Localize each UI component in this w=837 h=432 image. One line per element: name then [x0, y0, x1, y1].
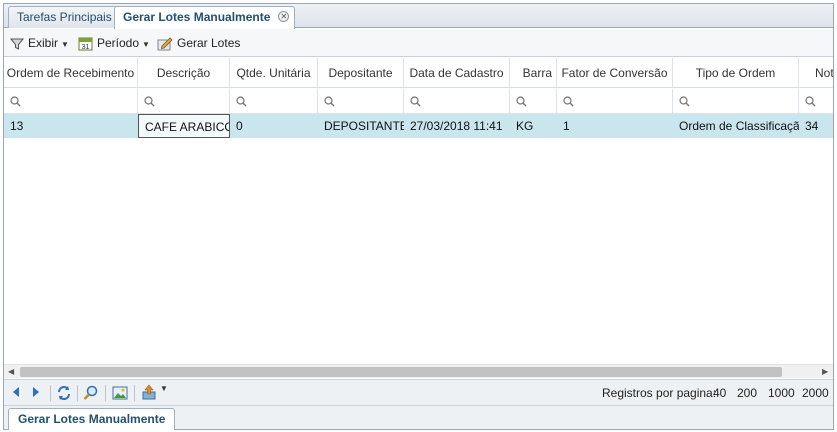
filter-input[interactable] — [138, 89, 230, 114]
filter-input[interactable] — [510, 89, 557, 114]
column-header[interactable]: Nota — [799, 58, 833, 87]
bottom-tab-bar: Gerar Lotes Manualmente — [4, 405, 833, 430]
periodo-button[interactable]: 31 Período ▼ — [78, 34, 150, 52]
page-size-option[interactable]: 40 — [713, 386, 726, 400]
next-page-icon[interactable] — [30, 385, 42, 399]
search-icon — [410, 96, 421, 107]
chevron-down-icon: ▼ — [142, 40, 150, 49]
filter-input[interactable] — [4, 89, 138, 114]
column-header-label: Depositante — [328, 66, 393, 80]
toolbar: Exibir ▼ 31 Período ▼ Gerar Lotes — [4, 29, 833, 57]
filter-icon — [10, 38, 24, 50]
column-header[interactable]: Descrição — [138, 58, 230, 87]
upload-button[interactable]: ▼ — [141, 384, 168, 403]
column-header[interactable]: Depositante — [318, 58, 404, 87]
column-header-label: Tipo de Ordem — [695, 66, 776, 80]
exibir-label: Exibir — [28, 36, 59, 50]
refresh-icon[interactable] — [56, 385, 72, 401]
table-cell[interactable]: 13 — [4, 114, 138, 138]
filter-row — [4, 89, 833, 114]
search-icon — [236, 96, 247, 107]
horizontal-scrollbar[interactable]: ◀ ▶ — [4, 364, 833, 378]
filter-input[interactable] — [557, 89, 673, 114]
calendar-icon: 31 — [78, 37, 93, 51]
bottom-tab-gerar-lotes[interactable]: Gerar Lotes Manualmente — [8, 408, 176, 430]
table-cell[interactable]: Ordem de Classificação — [673, 114, 799, 138]
gerar-lotes-label: Gerar Lotes — [177, 36, 241, 50]
search-icon[interactable] — [83, 385, 99, 401]
separator — [77, 385, 78, 401]
edit-document-icon — [157, 37, 173, 51]
column-header-label: Ordem de Recebimento — [6, 66, 135, 80]
table-row[interactable]: 13 CAFE ARABICO 0 DEPOSITANTE 27/03/2018… — [4, 114, 833, 138]
chevron-down-icon: ▼ — [61, 40, 69, 49]
search-icon — [563, 96, 574, 107]
page-size-option[interactable]: 200 — [737, 386, 757, 400]
separator — [105, 385, 106, 401]
column-header[interactable]: Barra — [510, 58, 557, 87]
table-cell[interactable]: 34 — [799, 114, 833, 138]
scroll-left-icon[interactable]: ◀ — [8, 367, 14, 376]
search-icon — [324, 96, 335, 107]
table-cell-selected[interactable]: CAFE ARABICO — [138, 114, 230, 138]
gerar-lotes-button[interactable]: Gerar Lotes — [157, 34, 240, 52]
search-icon — [679, 96, 690, 107]
close-icon[interactable]: ✕ — [278, 11, 290, 22]
scroll-right-icon[interactable]: ▶ — [822, 367, 828, 376]
column-header-label: Data de Cadastro — [409, 66, 504, 80]
search-icon — [144, 96, 155, 107]
table-cell[interactable]: DEPOSITANTE — [318, 114, 404, 138]
exibir-button[interactable]: Exibir ▼ — [10, 34, 69, 52]
search-icon — [10, 96, 21, 107]
upload-icon — [142, 384, 156, 400]
column-header[interactable]: Ordem de Recebimento — [4, 58, 138, 87]
column-header-label: Fator de Conversão — [561, 66, 668, 80]
bottom-tab-label: Gerar Lotes Manualmente — [18, 412, 166, 426]
tab-tarefas-principais[interactable]: Tarefas Principais — [8, 6, 121, 28]
tab-label: Tarefas Principais — [17, 10, 112, 24]
tab-label: Gerar Lotes Manualmente — [123, 10, 271, 24]
pager-bar: ▼ Registros por pagina: 40 200 1000 2000 — [4, 379, 833, 405]
filter-input[interactable] — [404, 89, 510, 114]
column-header[interactable]: Qtde. Unitária — [230, 58, 318, 87]
table-cell[interactable]: KG — [510, 114, 557, 138]
page-size-option[interactable]: 1000 — [768, 386, 795, 400]
column-header[interactable]: Fator de Conversão — [557, 58, 673, 87]
page-size-option[interactable]: 2000 — [802, 386, 829, 400]
previous-page-icon[interactable] — [10, 385, 22, 399]
periodo-label: Período — [97, 36, 140, 50]
tab-bar: Tarefas Principais Gerar Lotes Manualmen… — [4, 4, 833, 29]
filter-input[interactable] — [673, 89, 799, 114]
separator — [134, 385, 135, 401]
separator — [50, 385, 51, 401]
search-icon — [516, 96, 527, 107]
column-header-label: Descrição — [156, 66, 211, 80]
filter-input[interactable] — [230, 89, 318, 114]
scrollbar-thumb[interactable] — [20, 367, 782, 377]
search-icon — [805, 96, 816, 107]
table-cell[interactable]: 27/03/2018 11:41 — [404, 114, 510, 138]
grid-header: Ordem de Recebimento Descrição Qtde. Uni… — [4, 58, 833, 88]
records-per-page-label: Registros por pagina: — [602, 386, 717, 400]
column-header-label: Nota — [815, 66, 833, 80]
filter-input[interactable] — [799, 89, 833, 114]
column-header-label: Barra — [522, 66, 552, 80]
filter-input[interactable] — [318, 89, 404, 114]
calendar-day: 31 — [82, 44, 90, 51]
app-window: Tarefas Principais Gerar Lotes Manualmen… — [3, 3, 834, 430]
chevron-down-icon: ▼ — [160, 384, 168, 393]
export-image-icon[interactable] — [112, 385, 128, 401]
table-cell[interactable]: 0 — [230, 114, 318, 138]
table-cell[interactable]: 1 — [557, 114, 673, 138]
column-header[interactable]: Tipo de Ordem — [673, 58, 799, 87]
tab-gerar-lotes[interactable]: Gerar Lotes Manualmente ✕ — [114, 6, 296, 29]
column-header[interactable]: Data de Cadastro — [404, 58, 510, 87]
grid-body: 13 CAFE ARABICO 0 DEPOSITANTE 27/03/2018… — [4, 114, 833, 364]
column-header-label: Qtde. Unitária — [236, 66, 311, 80]
